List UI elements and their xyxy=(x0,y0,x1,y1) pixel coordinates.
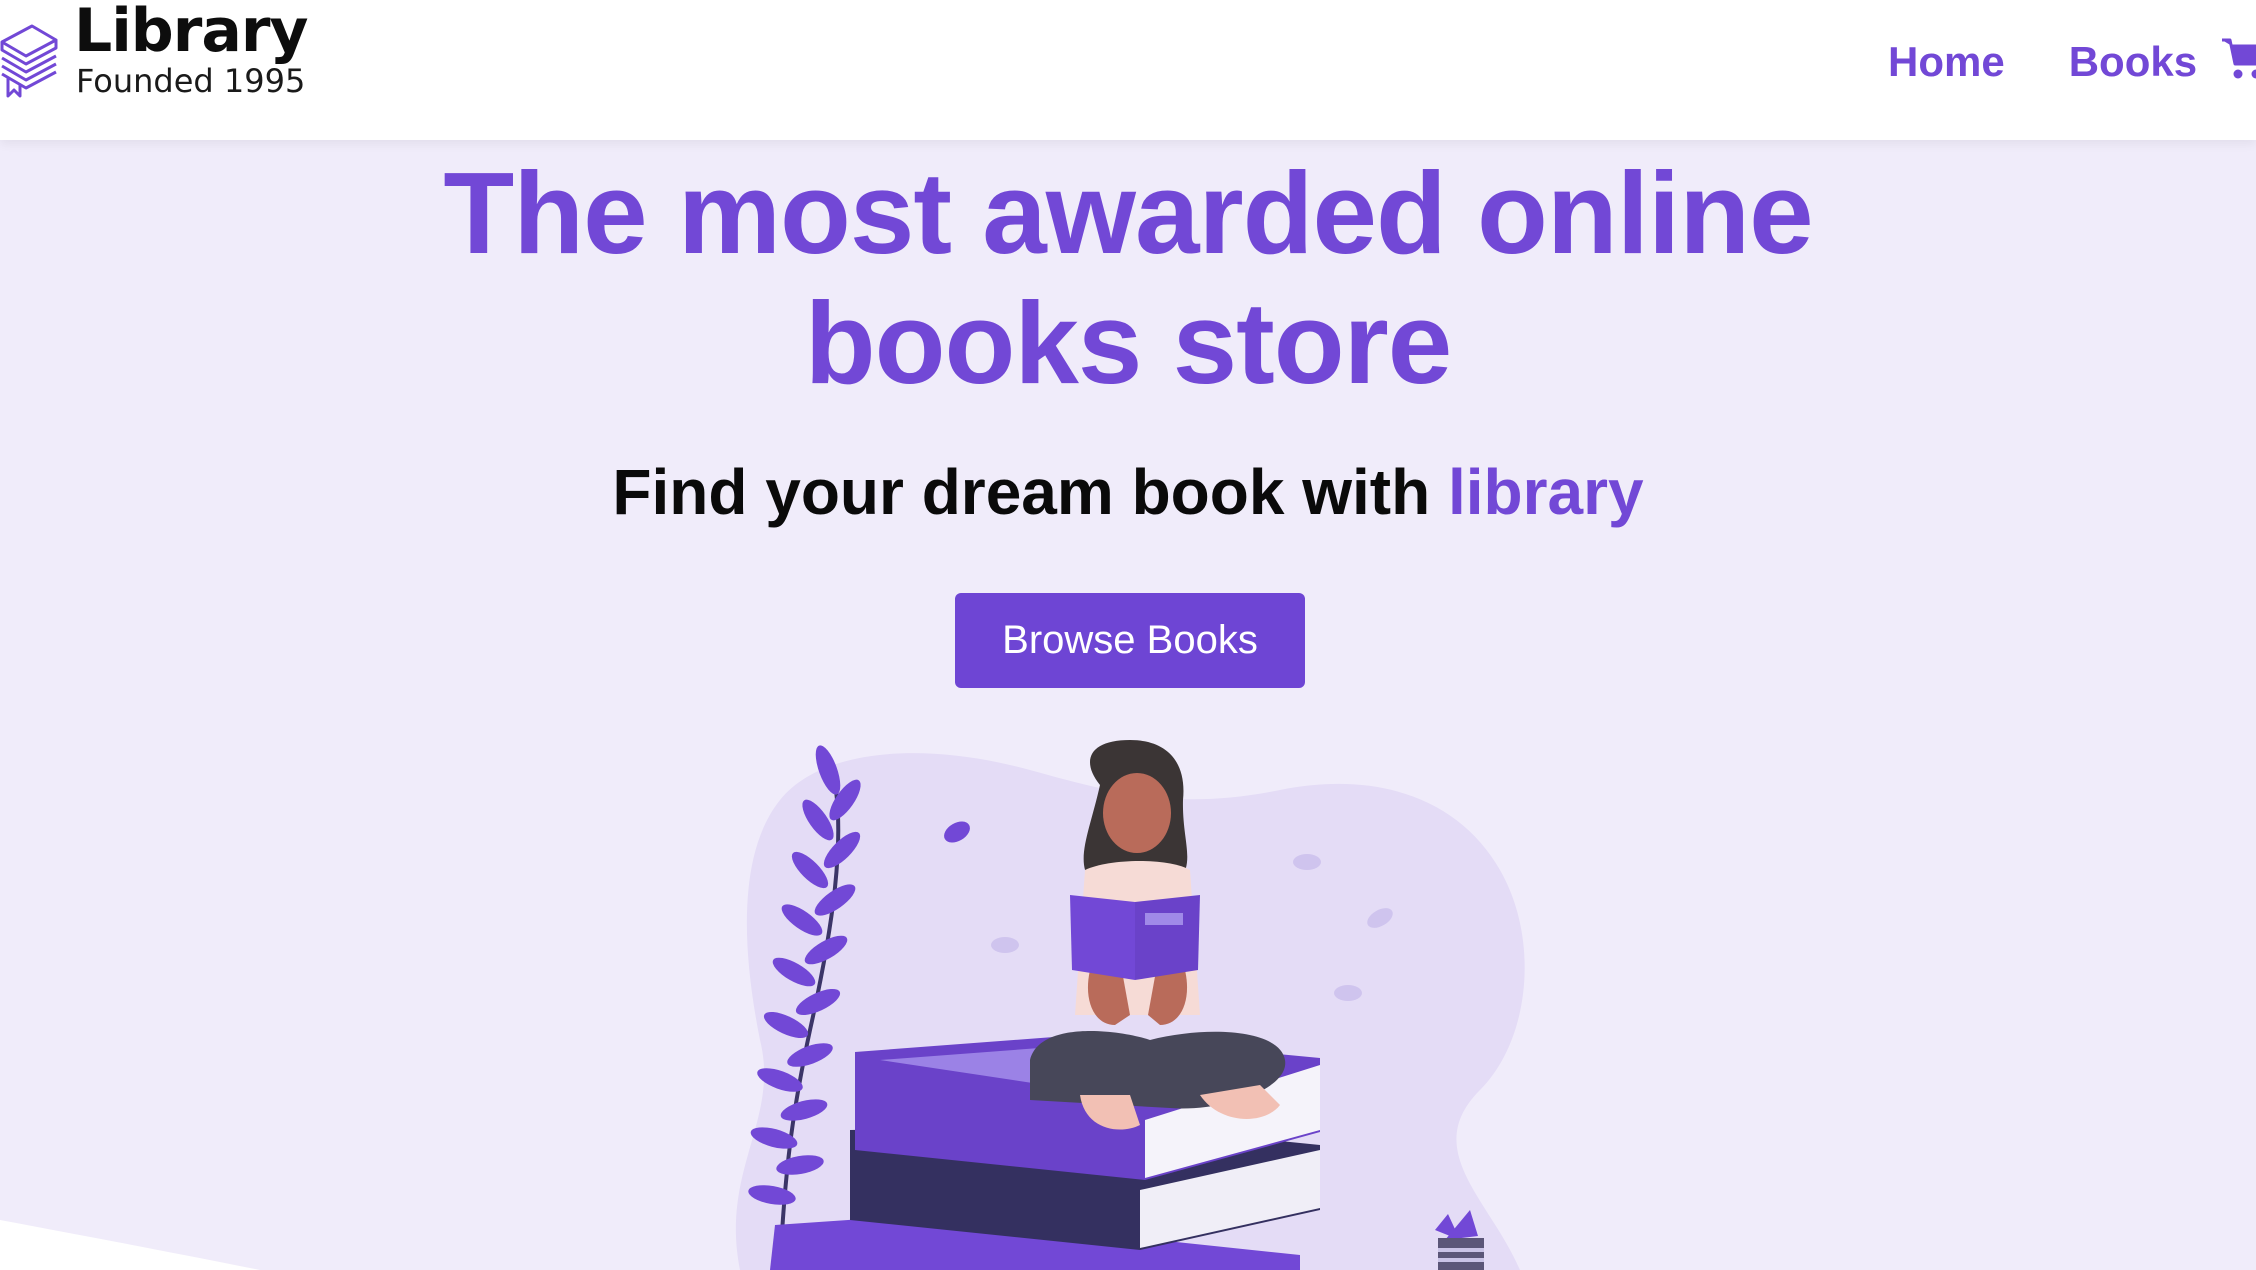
leaf-decoration xyxy=(1293,854,1321,870)
leaf-decoration xyxy=(1334,985,1362,1001)
brand-tagline: Founded 1995 xyxy=(76,62,306,100)
navbar: Library Founded 1995 Home Books xyxy=(0,0,2256,140)
hero-title-line-2: books store xyxy=(804,278,1452,408)
books-stack-icon xyxy=(0,24,58,98)
browse-books-button[interactable]: Browse Books xyxy=(955,593,1305,688)
hero-subtitle-prefix: Find your dream book with xyxy=(612,456,1448,528)
brand-name: Library xyxy=(74,0,309,66)
hero-subtitle: Find your dream book with library xyxy=(0,452,2256,532)
nav-links: Home Books xyxy=(1888,34,2197,90)
page: Library Founded 1995 Home Books The most… xyxy=(0,0,2256,1270)
hero-subtitle-accent: library xyxy=(1447,456,1644,528)
nav-link-books[interactable]: Books xyxy=(2069,38,2197,86)
shopping-cart-icon[interactable] xyxy=(2220,34,2256,82)
bottom-wave-decoration xyxy=(0,1220,260,1270)
reading-woman-illustration xyxy=(735,740,1525,1270)
logo-link[interactable]: Library Founded 1995 xyxy=(0,0,309,110)
hero-title-line-1: The most awarded online xyxy=(443,148,1813,278)
leaf-decoration xyxy=(991,937,1019,953)
nav-link-home[interactable]: Home xyxy=(1888,38,2005,86)
hero-title: The most awarded online books store xyxy=(0,148,2256,408)
